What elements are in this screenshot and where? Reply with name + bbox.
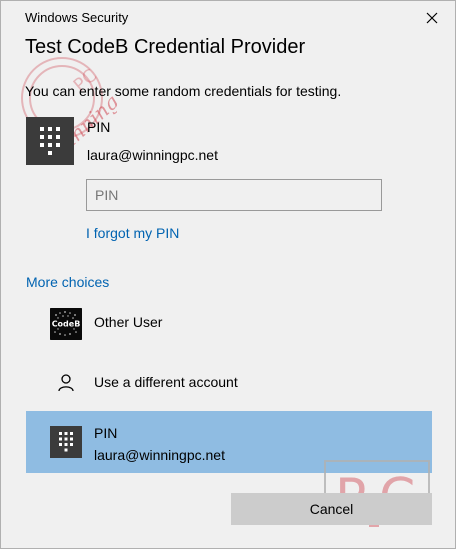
pin-tile [50,426,82,458]
pin-input[interactable] [86,179,382,211]
pin-keypad-icon [40,127,60,155]
svg-text:CodeB: CodeB [52,320,81,329]
selected-credential-user: laura@winningpc.net [87,147,218,163]
choice-different-account-label: Use a different account [94,374,238,390]
title-bar: Windows Security [1,1,455,33]
pin-keypad-icon [59,432,73,452]
choice-pin-label: PIN [94,425,118,441]
choice-pin-selected[interactable]: PIN laura@winningpc.net [26,411,432,473]
choice-other-user-label: Other User [94,314,163,330]
instructions-text: You can enter some random credentials fo… [25,83,342,99]
close-icon [426,12,438,24]
cancel-button[interactable]: Cancel [231,493,432,525]
app-title: Windows Security [25,10,129,25]
choice-other-user[interactable]: CodeB Other User [26,301,432,345]
selected-credential-name: PIN [87,119,111,135]
forgot-pin-link[interactable]: I forgot my PIN [86,225,179,241]
person-icon [58,374,74,392]
choice-pin-user: laura@winningpc.net [94,447,225,463]
selected-credential-tile [26,117,74,165]
dialog-title: Test CodeB Credential Provider [25,36,306,58]
more-choices-heading[interactable]: More choices [26,274,109,290]
choice-different-account[interactable]: Use a different account [26,361,432,405]
codeb-logo-icon: CodeB [50,308,82,340]
close-button[interactable] [419,5,445,31]
windows-security-dialog: Windows Security Test CodeB Credential P… [0,0,456,549]
